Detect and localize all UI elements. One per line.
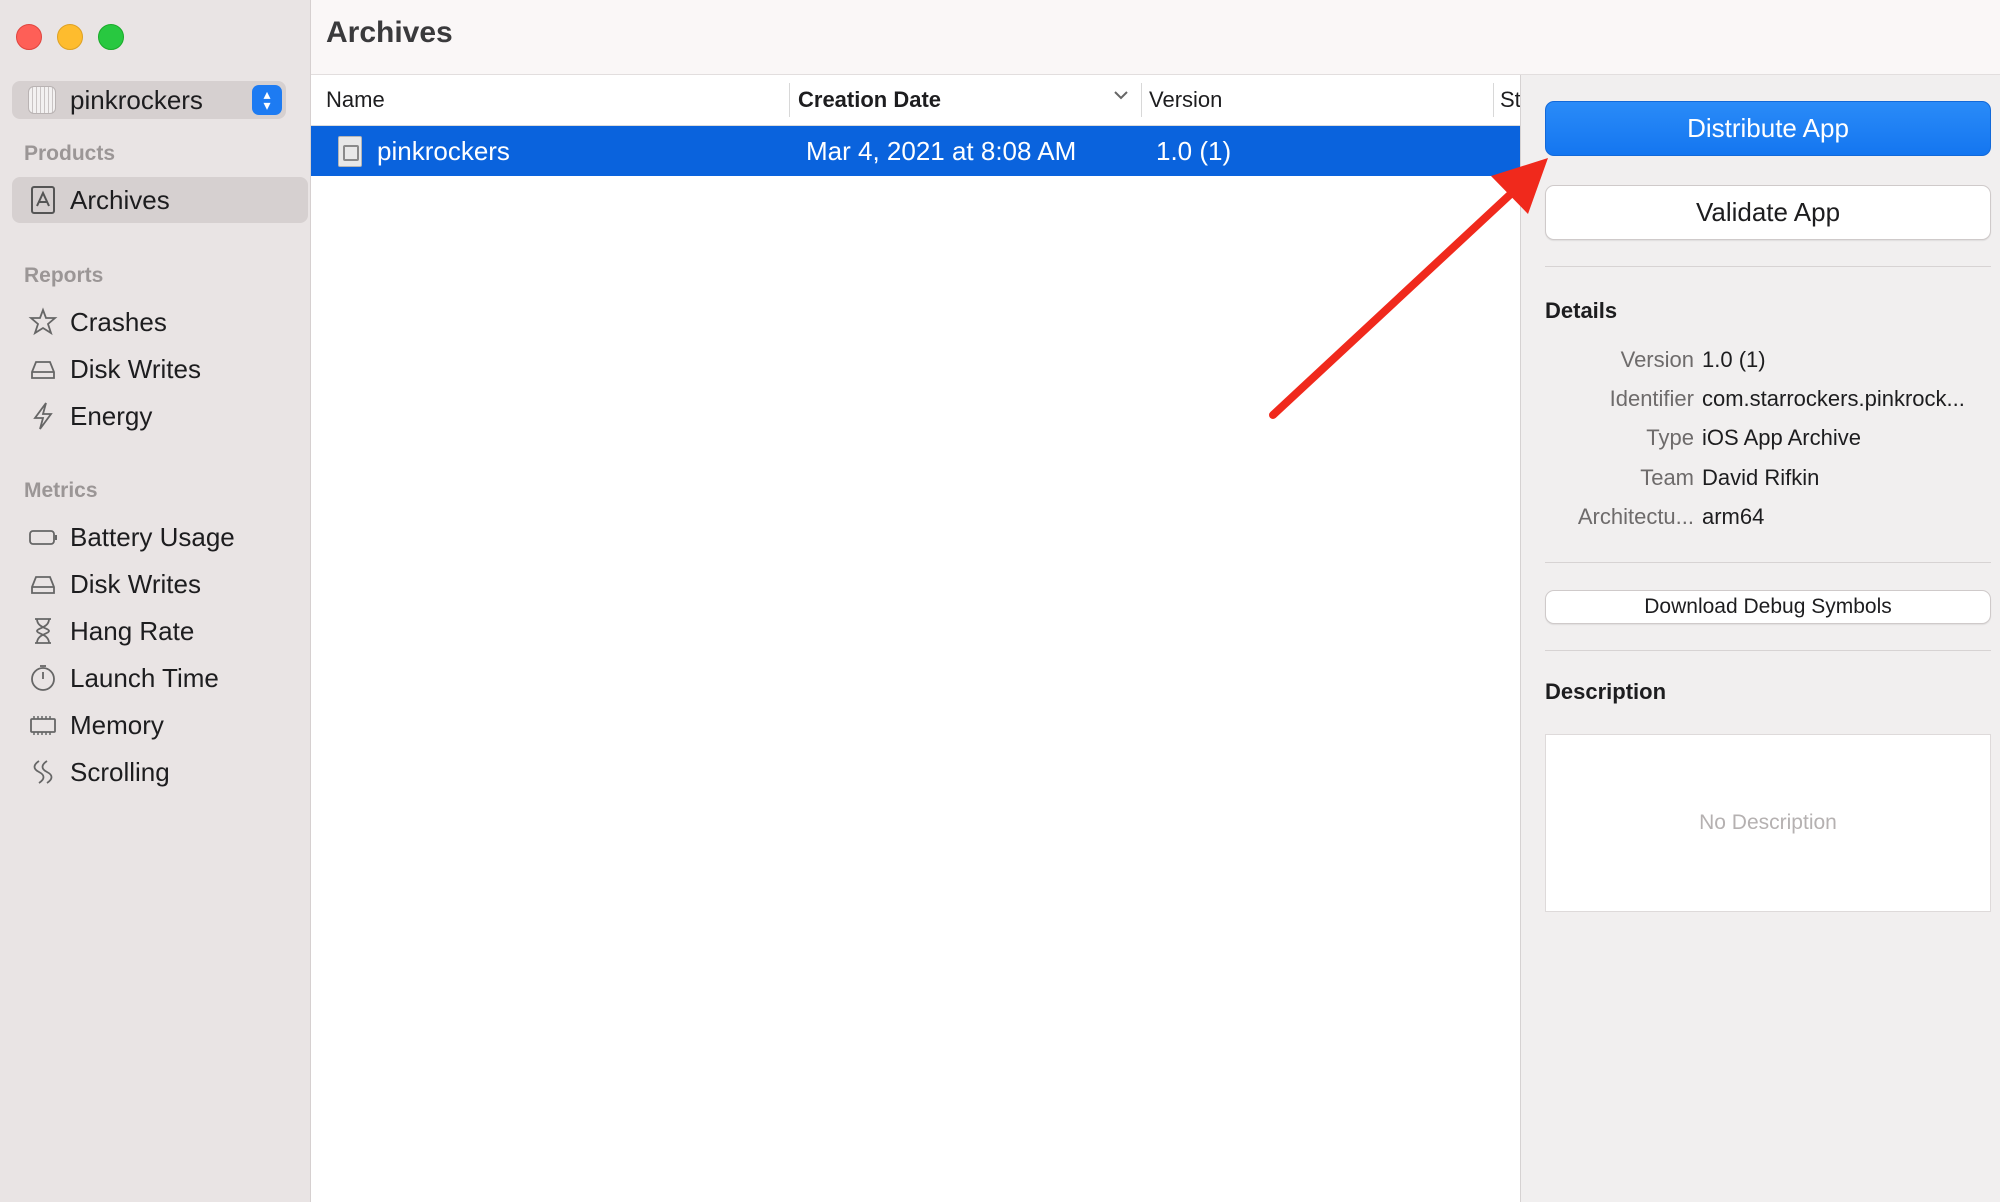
- detail-label: Version: [1620, 347, 1694, 372]
- memory-chip-icon: [26, 708, 60, 742]
- sidebar-item-label: Energy: [70, 400, 153, 431]
- sidebar-item-label: Archives: [70, 184, 170, 215]
- window-controls: [16, 24, 124, 50]
- detail-value: 1.0 (1): [1702, 347, 1766, 372]
- detail-value: com.starrockers.pinkrock...: [1702, 386, 1965, 411]
- detail-row-architectures: Architectu... arm64: [1545, 504, 1991, 534]
- column-header-status[interactable]: St: [1500, 87, 1520, 113]
- archive-icon: [26, 183, 60, 217]
- detail-row-version: Version 1.0 (1): [1545, 347, 1991, 377]
- column-header-creation-date[interactable]: Creation Date: [798, 87, 941, 113]
- sidebar-item-archives[interactable]: Archives: [12, 177, 308, 223]
- detail-label: Type: [1646, 425, 1694, 450]
- chevron-up-down-icon[interactable]: ▴ ▾: [252, 85, 282, 115]
- divider: [1545, 650, 1991, 651]
- sidebar-item-label: Crashes: [70, 306, 167, 337]
- app-icon: [28, 86, 56, 114]
- divider: [1545, 266, 1991, 267]
- stopwatch-icon: [26, 661, 60, 695]
- detail-row-type: Type iOS App Archive: [1545, 425, 1991, 455]
- detail-label: Team: [1640, 465, 1694, 490]
- column-separator[interactable]: [789, 83, 790, 117]
- description-heading: Description: [1545, 679, 1667, 704]
- window-header: Archives: [311, 0, 2000, 75]
- sidebar-item-label: Scrolling: [70, 756, 170, 787]
- sidebar-item-crashes[interactable]: Crashes: [12, 299, 308, 345]
- column-separator[interactable]: [1141, 83, 1142, 117]
- sidebar-item-label: Disk Writes: [70, 353, 201, 384]
- divider: [1545, 562, 1991, 563]
- description-text-area[interactable]: No Description: [1545, 734, 1991, 912]
- scheme-selector[interactable]: pinkrockers ▴ ▾: [12, 81, 286, 119]
- disk-icon: [26, 567, 60, 601]
- disk-icon: [26, 352, 60, 386]
- scheme-label: pinkrockers: [70, 84, 203, 115]
- description-placeholder: No Description: [1699, 811, 1837, 834]
- sidebar-item-label: Battery Usage: [70, 521, 235, 552]
- table-header: Name Creation Date Version St: [311, 75, 1520, 126]
- sidebar-item-hang-rate[interactable]: Hang Rate: [12, 608, 308, 654]
- close-window-button[interactable]: [16, 24, 42, 50]
- detail-label: Identifier: [1609, 386, 1694, 411]
- column-separator[interactable]: [1493, 83, 1494, 117]
- detail-row-team: Team David Rifkin: [1545, 465, 1991, 495]
- sidebar-item-battery-usage[interactable]: Battery Usage: [12, 514, 308, 560]
- detail-value: arm64: [1702, 504, 1765, 529]
- inspector-panel: Distribute App Validate App Details Vers…: [1520, 75, 2000, 1202]
- section-title-reports: Reports: [24, 264, 104, 287]
- scrolling-icon: [26, 755, 60, 789]
- sidebar-item-disk-writes-metric[interactable]: Disk Writes: [12, 561, 308, 607]
- archives-table: Name Creation Date Version St pinkrocker…: [311, 75, 1520, 1202]
- detail-row-identifier: Identifier com.starrockers.pinkrock...: [1545, 386, 1991, 416]
- sidebar-item-label: Launch Time: [70, 662, 219, 693]
- archive-file-icon: [338, 136, 362, 167]
- zoom-window-button[interactable]: [98, 24, 124, 50]
- section-title-products: Products: [24, 142, 116, 165]
- distribute-app-button[interactable]: Distribute App: [1545, 101, 1991, 156]
- battery-icon: [26, 520, 60, 554]
- sort-chevron-down-icon[interactable]: [1111, 85, 1131, 105]
- sidebar-item-scrolling[interactable]: Scrolling: [12, 749, 308, 795]
- crash-star-icon: [26, 305, 60, 339]
- detail-value: David Rifkin: [1702, 465, 1820, 490]
- sidebar-item-label: Hang Rate: [70, 615, 195, 646]
- cell-creation-date: Mar 4, 2021 at 8:08 AM: [806, 136, 1077, 166]
- download-debug-symbols-button[interactable]: Download Debug Symbols: [1545, 590, 1991, 624]
- sidebar-item-label: Memory: [70, 709, 164, 740]
- cell-name: pinkrockers: [377, 136, 510, 166]
- minimize-window-button[interactable]: [57, 24, 83, 50]
- cell-version: 1.0 (1): [1156, 136, 1232, 166]
- validate-app-button[interactable]: Validate App: [1545, 185, 1991, 240]
- sidebar: pinkrockers ▴ ▾ Products Archives Reports…: [0, 0, 311, 1202]
- bolt-icon: [26, 399, 60, 433]
- column-header-version[interactable]: Version: [1149, 87, 1222, 113]
- details-heading: Details: [1545, 298, 1618, 323]
- section-title-metrics: Metrics: [24, 479, 98, 502]
- sidebar-item-energy[interactable]: Energy: [12, 393, 308, 439]
- detail-label: Architectu...: [1577, 504, 1694, 529]
- sidebar-item-launch-time[interactable]: Launch Time: [12, 655, 308, 701]
- sidebar-item-memory[interactable]: Memory: [12, 702, 308, 748]
- detail-value: iOS App Archive: [1702, 425, 1861, 450]
- sidebar-item-disk-writes-report[interactable]: Disk Writes: [12, 346, 308, 392]
- column-header-name[interactable]: Name: [326, 87, 385, 113]
- table-row[interactable]: pinkrockers Mar 4, 2021 at 8:08 AM 1.0 (…: [311, 126, 1520, 176]
- hourglass-icon: [26, 614, 60, 648]
- sidebar-item-label: Disk Writes: [70, 568, 201, 599]
- page-title: Archives: [326, 16, 453, 49]
